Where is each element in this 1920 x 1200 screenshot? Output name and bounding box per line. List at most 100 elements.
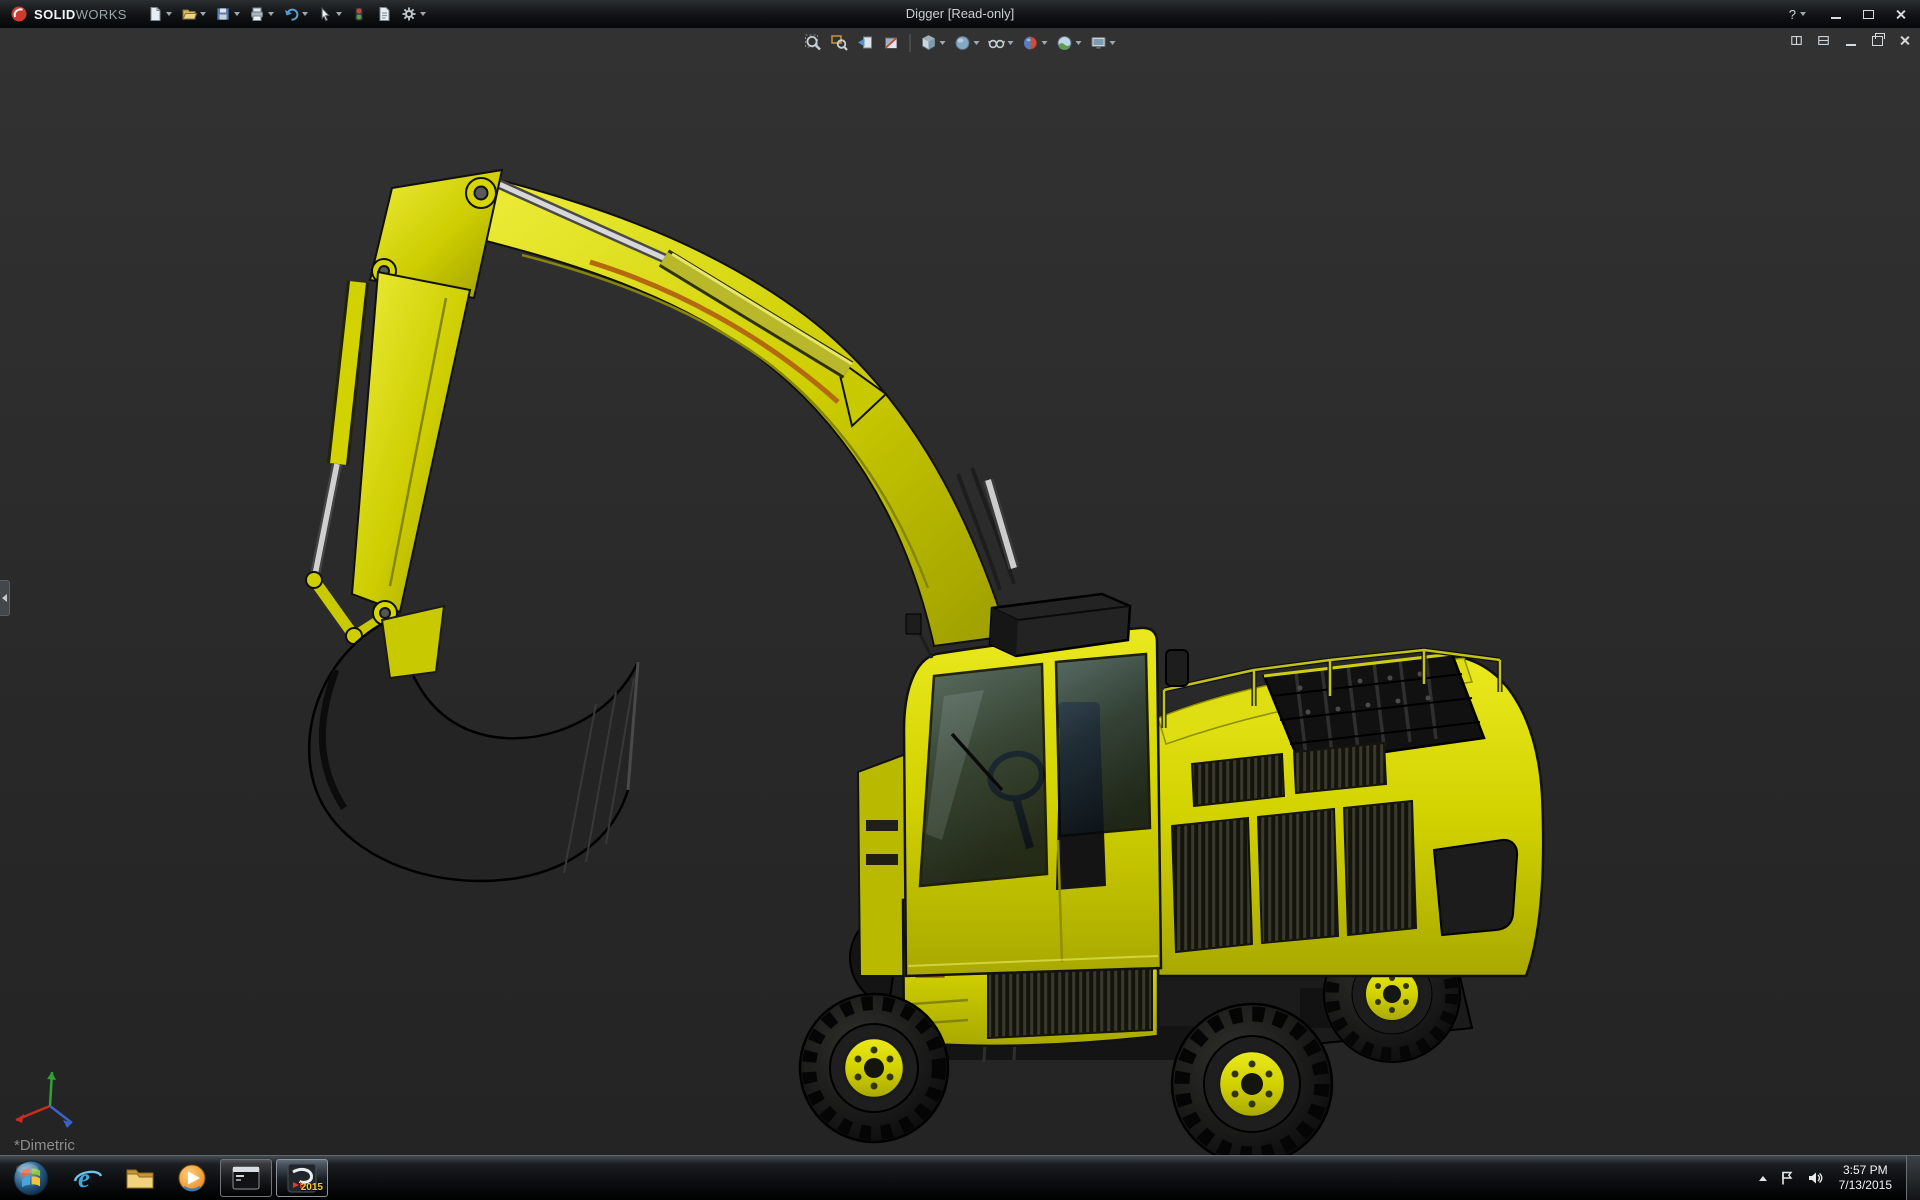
previous-view-button[interactable] <box>854 33 878 53</box>
chevron-up-icon <box>1758 1175 1767 1181</box>
heads-up-view-toolbar <box>802 33 1119 53</box>
rebuild-button[interactable] <box>347 4 371 24</box>
split-view-button[interactable] <box>1789 33 1804 48</box>
dropdown-arrow-icon <box>233 12 240 16</box>
apply-scene-button[interactable] <box>1053 33 1085 53</box>
solidworks-logo-icon <box>11 6 27 22</box>
view-orientation-button[interactable] <box>917 33 949 53</box>
file-properties-button[interactable] <box>372 4 396 24</box>
dropdown-arrow-icon <box>267 12 274 16</box>
minimize-button[interactable] <box>1828 6 1844 22</box>
show-desktop-button[interactable] <box>1906 1156 1920 1200</box>
quick-access-toolbar <box>143 4 430 24</box>
maximize-icon <box>1862 9 1874 19</box>
open-button[interactable] <box>177 4 210 24</box>
brand-text: SOLIDWORKS <box>34 6 127 22</box>
front-left-wheel <box>798 992 950 1144</box>
select-button[interactable] <box>313 4 346 24</box>
undo-button[interactable] <box>279 4 312 24</box>
document-close-button[interactable] <box>1897 33 1912 48</box>
hide-show-items-glasses-icon <box>987 39 1006 49</box>
view-settings-button[interactable] <box>1087 33 1119 53</box>
clock-date: 7/13/2015 <box>1838 1178 1892 1192</box>
save-icon <box>216 8 229 20</box>
new-document-icon <box>150 7 161 21</box>
dropdown-arrow-icon <box>1007 41 1014 45</box>
speaker-icon <box>1808 1172 1823 1184</box>
section-view-button[interactable] <box>880 33 904 53</box>
view-orientation-label: *Dimetric <box>14 1137 75 1154</box>
edit-appearance-button[interactable] <box>1019 33 1051 53</box>
action-center-flag-icon <box>1781 1171 1793 1185</box>
display-style-icon <box>955 36 970 50</box>
options-gear-icon <box>402 7 416 21</box>
undo-icon <box>284 8 299 21</box>
reference-triad <box>15 1071 73 1128</box>
dropdown-arrow-icon <box>165 12 172 16</box>
show-hidden-icons-button[interactable] <box>1758 1175 1767 1181</box>
zoom-to-fit-button[interactable] <box>802 33 826 53</box>
excavator-cab <box>902 592 1189 978</box>
dropdown-arrow-icon <box>1075 41 1082 45</box>
document-window-controls <box>1789 32 1912 48</box>
volume-button[interactable] <box>1807 1170 1823 1186</box>
section-view-icon <box>884 37 898 49</box>
rebuild-icon <box>354 7 363 21</box>
windows-start-orb-icon <box>13 1160 49 1196</box>
desktop: Digger [Read-only] SOLIDWORKS ? *Dimetri… <box>0 0 1920 1200</box>
zoom-to-fit-icon <box>805 34 821 51</box>
clock-time: 3:57 PM <box>1842 1163 1888 1177</box>
excavator-arm <box>305 168 1010 648</box>
print-button[interactable] <box>245 4 278 24</box>
help-button[interactable]: ? <box>1783 6 1812 23</box>
new-document-button[interactable] <box>143 4 176 24</box>
start-button[interactable] <box>0 1156 62 1200</box>
close-icon <box>1899 35 1910 46</box>
dropdown-arrow-icon <box>973 41 980 45</box>
edit-appearance-ball-icon <box>1023 36 1038 50</box>
save-button[interactable] <box>211 4 244 24</box>
hide-show-items-button[interactable] <box>985 33 1017 53</box>
taskbar-command-prompt[interactable] <box>220 1159 272 1197</box>
pane-toggle-button[interactable] <box>1816 33 1831 48</box>
apply-scene-icon <box>1057 36 1072 50</box>
folder-icon <box>126 1169 154 1189</box>
options-button[interactable] <box>397 4 430 24</box>
document-restore-button[interactable] <box>1870 32 1885 48</box>
toolbar-separator <box>909 34 911 52</box>
internet-explorer-icon: e <box>73 1163 103 1193</box>
taskbar-windows-media-player[interactable] <box>166 1156 218 1200</box>
command-prompt-icon <box>232 1166 260 1190</box>
close-button[interactable] <box>1892 6 1908 22</box>
view-settings-icon <box>1091 37 1106 49</box>
dropdown-arrow-icon <box>419 12 426 16</box>
taskbar-solidworks-2015[interactable]: 2015 <box>276 1159 328 1197</box>
graphics-viewport[interactable]: *Dimetric <box>0 28 1920 1155</box>
taskbar-clock[interactable]: 3:57 PM 7/13/2015 <box>1835 1163 1896 1193</box>
maximize-button[interactable] <box>1860 6 1876 22</box>
pane-toggle-icon <box>1818 36 1829 45</box>
action-center-button[interactable] <box>1779 1170 1795 1186</box>
dropdown-arrow-icon <box>199 12 206 16</box>
taskbar: e 2015 3:57 PM 7/13/2015 <box>0 1155 1920 1200</box>
split-view-icon <box>1791 36 1802 45</box>
display-style-button[interactable] <box>951 33 983 53</box>
titlebar: Digger [Read-only] SOLIDWORKS ? <box>0 0 1920 28</box>
previous-view-icon <box>858 36 872 49</box>
document-minimize-button[interactable] <box>1843 33 1858 48</box>
dropdown-arrow-icon <box>1109 41 1116 45</box>
taskbar-internet-explorer[interactable]: e <box>62 1156 114 1200</box>
taskbar-file-explorer[interactable] <box>114 1156 166 1200</box>
view-orientation-cube-icon <box>922 34 935 51</box>
restore-icon <box>1872 32 1885 46</box>
svg-text:e: e <box>78 1163 90 1193</box>
window-controls: ? <box>1783 6 1920 23</box>
minimize-icon <box>1831 17 1841 19</box>
excavator-model[interactable] <box>0 28 1920 1155</box>
file-properties-icon <box>379 7 390 21</box>
open-folder-icon <box>182 9 197 20</box>
feature-manager-collapse-tab[interactable] <box>0 580 10 616</box>
media-player-icon <box>178 1164 206 1192</box>
zoom-to-area-button[interactable] <box>828 33 852 53</box>
dropdown-arrow-icon <box>1800 12 1806 16</box>
